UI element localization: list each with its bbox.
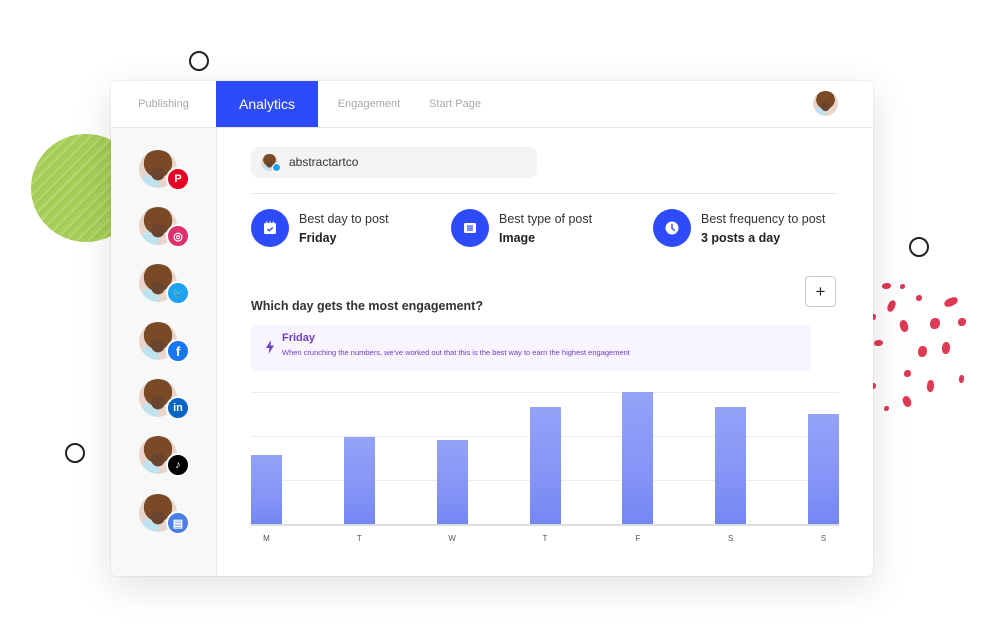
insight-title: Friday <box>282 332 316 344</box>
calendar-check-icon <box>251 209 289 247</box>
chart-bar[interactable] <box>251 455 282 524</box>
twitter-icon <box>272 163 281 172</box>
insight-banner: Friday When crunching the numbers, we've… <box>251 325 811 371</box>
storefront-icon: ▤ <box>166 511 190 535</box>
chart-x-tick-label: W <box>448 534 456 543</box>
chart-bar[interactable] <box>343 436 375 524</box>
sidebar-account-tiktok[interactable]: ♪ <box>139 436 191 480</box>
stat-label: Best day to post <box>299 212 389 226</box>
linkedin-icon: in <box>166 396 190 420</box>
facebook-icon: f <box>166 339 190 363</box>
tab-analytics[interactable]: Analytics <box>216 81 318 127</box>
tab-start-page[interactable]: Start Page <box>418 81 492 127</box>
tab-engagement[interactable]: Engagement <box>328 81 410 127</box>
chart-title: Which day gets the most engagement? <box>251 299 483 313</box>
pinterest-icon: P <box>166 167 190 191</box>
divider <box>251 193 838 194</box>
decorative-ring <box>909 237 929 257</box>
instagram-icon: ◎ <box>166 224 190 248</box>
sidebar-account-linkedin[interactable]: in <box>139 379 191 423</box>
sidebar-accounts: P ◎ 🐦 f in ♪ ▤ <box>111 128 217 576</box>
chart-x-tick-label: T <box>356 534 362 543</box>
top-navigation: Publishing Analytics Engagement Start Pa… <box>111 81 873 128</box>
account-name: abstractartco <box>289 155 359 169</box>
chart-x-tick-label: S <box>820 534 827 543</box>
chart-x-tick-label: T <box>542 534 548 543</box>
chart-bar[interactable] <box>436 439 468 524</box>
sidebar-account-google-business[interactable]: ▤ <box>139 494 191 538</box>
twitter-icon: 🐦 <box>166 281 190 305</box>
tab-publishing[interactable]: Publishing <box>111 81 216 127</box>
chart-bar[interactable] <box>622 392 654 524</box>
decorative-ring <box>189 51 209 71</box>
sidebar-account-twitter[interactable]: 🐦 <box>139 264 191 308</box>
sidebar-account-facebook[interactable]: f <box>139 322 191 366</box>
decorative-ring <box>65 443 85 463</box>
chart-x-axis <box>251 524 839 526</box>
engagement-bar-chart: MTWTFSS <box>251 390 839 560</box>
user-avatar[interactable] <box>813 91 838 116</box>
chart-x-tick-label: F <box>635 534 641 543</box>
chart-x-tick-label: S <box>727 534 734 543</box>
stat-value: 3 posts a day <box>701 231 781 245</box>
chart-bar[interactable] <box>529 406 561 524</box>
sidebar-account-instagram[interactable]: ◎ <box>139 207 191 251</box>
stat-label: Best frequency to post <box>701 212 826 226</box>
tiktok-icon: ♪ <box>166 453 190 477</box>
sidebar-account-pinterest[interactable]: P <box>139 150 191 194</box>
chart-gridline <box>251 392 839 393</box>
chart-bar[interactable] <box>715 406 747 524</box>
image-post-icon <box>451 209 489 247</box>
insight-text: When crunching the numbers, we've worked… <box>282 348 630 357</box>
stat-value: Image <box>499 231 536 245</box>
clock-icon <box>653 209 691 247</box>
add-button[interactable]: + <box>805 276 836 307</box>
chart-bar[interactable] <box>808 414 839 524</box>
lightning-icon <box>266 340 274 354</box>
analytics-panel: abstractartco Best day to post Friday Be… <box>217 128 873 576</box>
stat-value: Friday <box>299 231 337 245</box>
stage: Publishing Analytics Engagement Start Pa… <box>0 0 1000 627</box>
stat-label: Best type of post <box>499 212 593 226</box>
chart-x-tick-label: M <box>263 534 270 543</box>
decorative-red-strokes <box>868 280 978 420</box>
account-selector[interactable]: abstractartco <box>251 147 537 178</box>
app-window: Publishing Analytics Engagement Start Pa… <box>111 81 873 576</box>
